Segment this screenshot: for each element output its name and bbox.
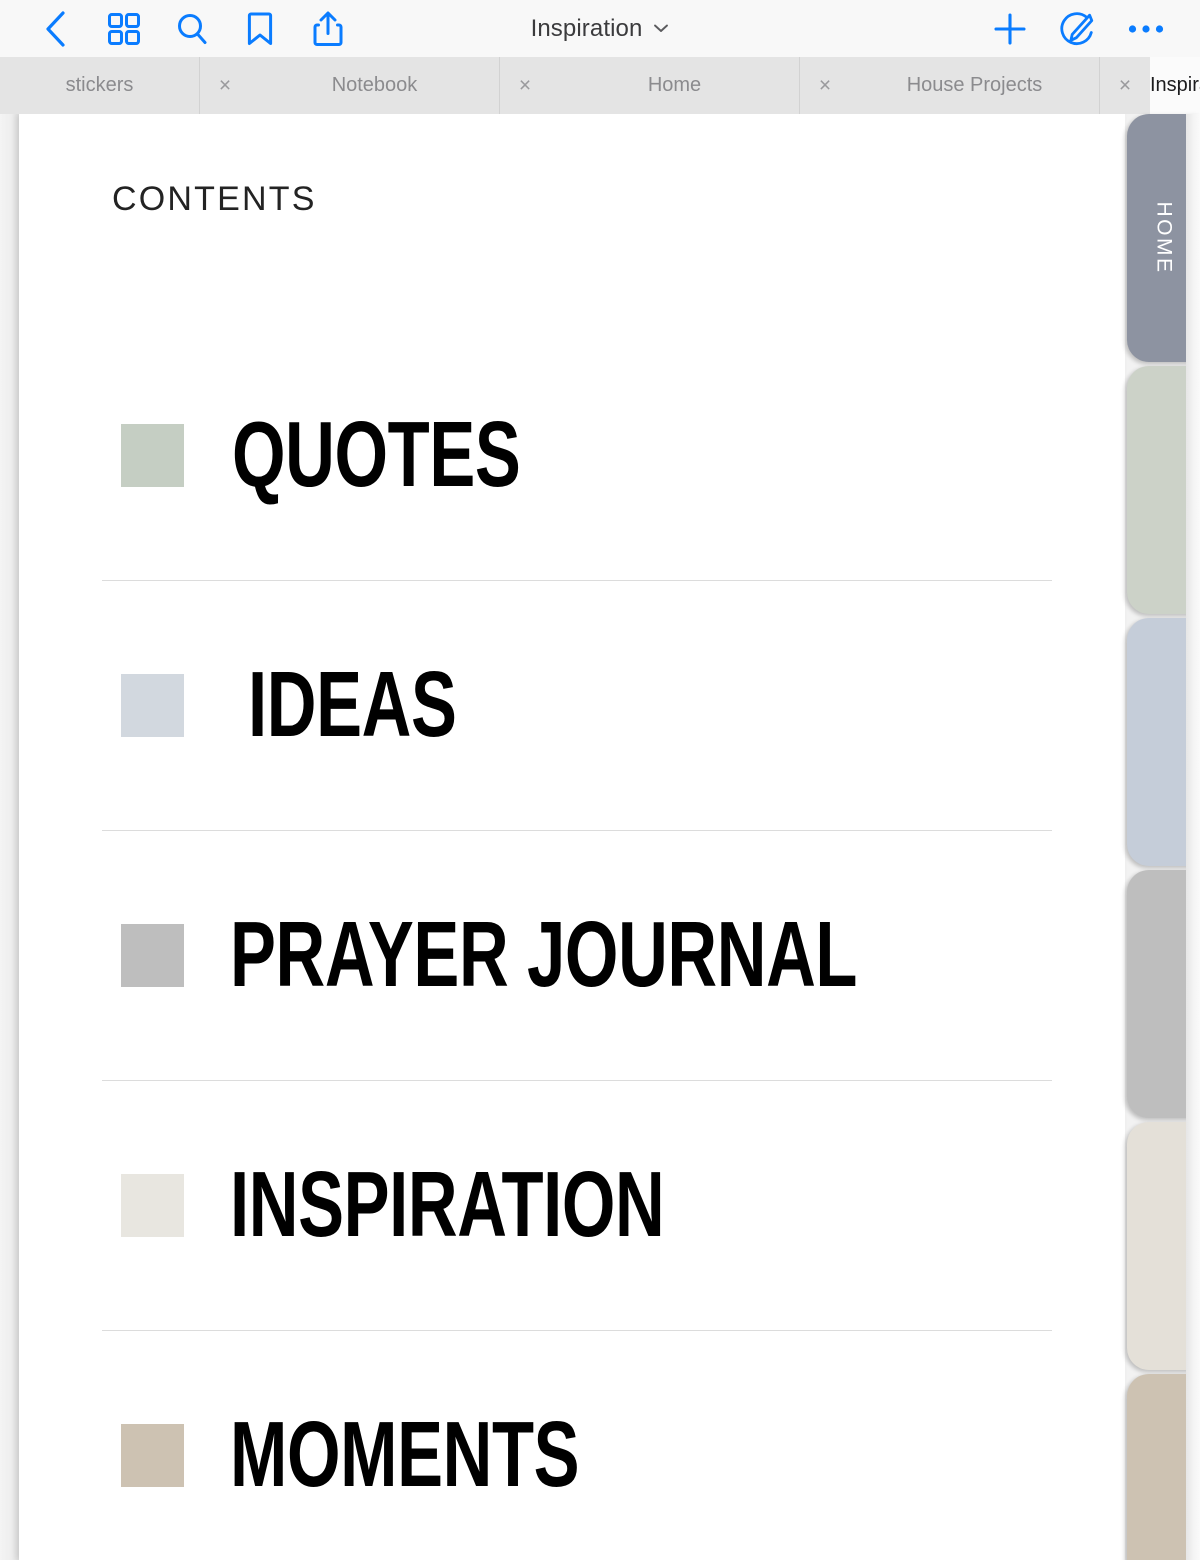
- add-icon: [992, 11, 1028, 47]
- toc-entry-label: QUOTES: [232, 402, 521, 507]
- toc-entry-quotes[interactable]: QUOTES: [102, 330, 1052, 580]
- color-swatch-moments: [121, 1423, 184, 1487]
- search-icon: [175, 12, 209, 46]
- side-tab-label: HOME: [1152, 201, 1176, 275]
- side-tab-4[interactable]: [1127, 870, 1200, 1118]
- tab-label: Notebook: [331, 74, 418, 96]
- tab-bar: stickers × Notebook × Home × House Proje…: [0, 57, 1200, 114]
- tab-label: House Projects: [906, 74, 1043, 96]
- document-canvas[interactable]: CONTENTS QUOTES IDEAS PRAYER JOURNAL INS…: [0, 114, 1200, 1560]
- tab-close-notebook[interactable]: ×: [500, 57, 550, 114]
- bookmark-icon: [245, 11, 275, 47]
- tab-label: Home: [647, 74, 702, 96]
- table-of-contents: QUOTES IDEAS PRAYER JOURNAL INSPIRATION …: [102, 330, 1052, 1560]
- side-tab-home[interactable]: HOME: [1127, 114, 1200, 362]
- edit-button[interactable]: [1044, 0, 1112, 57]
- notebook-page[interactable]: CONTENTS QUOTES IDEAS PRAYER JOURNAL INS…: [19, 114, 1125, 1560]
- toc-entry-moments[interactable]: MOMENTS: [102, 1330, 1052, 1560]
- side-tab-3[interactable]: [1127, 618, 1200, 866]
- toc-entry-inspiration[interactable]: INSPIRATION: [102, 1080, 1052, 1330]
- tab-stickers[interactable]: stickers: [0, 57, 200, 114]
- tab-close-stickers[interactable]: ×: [200, 57, 250, 114]
- chevron-down-icon: [653, 21, 669, 39]
- add-button[interactable]: [976, 0, 1044, 57]
- tab-label: stickers: [65, 74, 134, 96]
- toc-entry-label: MOMENTS: [230, 1402, 580, 1507]
- toc-entry-label: PRAYER JOURNAL: [230, 902, 858, 1007]
- page-left-gutter: [0, 114, 19, 1560]
- toc-entry-label: INSPIRATION: [230, 1152, 665, 1257]
- tab-home[interactable]: Home: [550, 57, 800, 114]
- tab-house-projects[interactable]: House Projects: [850, 57, 1100, 114]
- thumbnails-icon: [107, 12, 141, 46]
- tab-notebook[interactable]: Notebook: [250, 57, 500, 114]
- side-tab-2[interactable]: [1127, 366, 1200, 614]
- tab-label: Inspiration: [1150, 74, 1200, 96]
- tab-close-home[interactable]: ×: [800, 57, 850, 114]
- tab-inspiration[interactable]: Inspiration: [1150, 57, 1200, 114]
- toc-entry-ideas[interactable]: IDEAS: [102, 580, 1052, 830]
- share-button[interactable]: [294, 0, 362, 57]
- back-button[interactable]: [22, 0, 90, 57]
- contents-heading: CONTENTS: [112, 180, 317, 218]
- share-icon: [313, 10, 343, 48]
- back-icon: [43, 10, 69, 48]
- section-tab-strip: HOME: [1125, 114, 1200, 1560]
- edit-pen-circle-icon: [1059, 10, 1097, 48]
- color-swatch-inspiration: [121, 1173, 184, 1237]
- side-tab-5[interactable]: [1127, 1122, 1200, 1370]
- more-button[interactable]: [1112, 0, 1180, 57]
- page-title: Inspiration: [530, 14, 643, 42]
- thumbnails-button[interactable]: [90, 0, 158, 57]
- top-toolbar: Inspiration: [0, 0, 1200, 57]
- toc-entry-prayer-journal[interactable]: PRAYER JOURNAL: [102, 830, 1052, 1080]
- tab-close-house-projects[interactable]: ×: [1100, 57, 1150, 114]
- toolbar-left-group: [0, 0, 362, 57]
- bookmark-button[interactable]: [226, 0, 294, 57]
- color-swatch-ideas: [121, 673, 184, 737]
- color-swatch-quotes: [121, 423, 184, 487]
- more-icon: [1128, 23, 1164, 35]
- color-swatch-prayer-journal: [121, 923, 184, 987]
- toolbar-right-group: [976, 0, 1180, 57]
- search-button[interactable]: [158, 0, 226, 57]
- toc-entry-label: IDEAS: [248, 652, 457, 757]
- side-tab-6[interactable]: [1127, 1374, 1200, 1560]
